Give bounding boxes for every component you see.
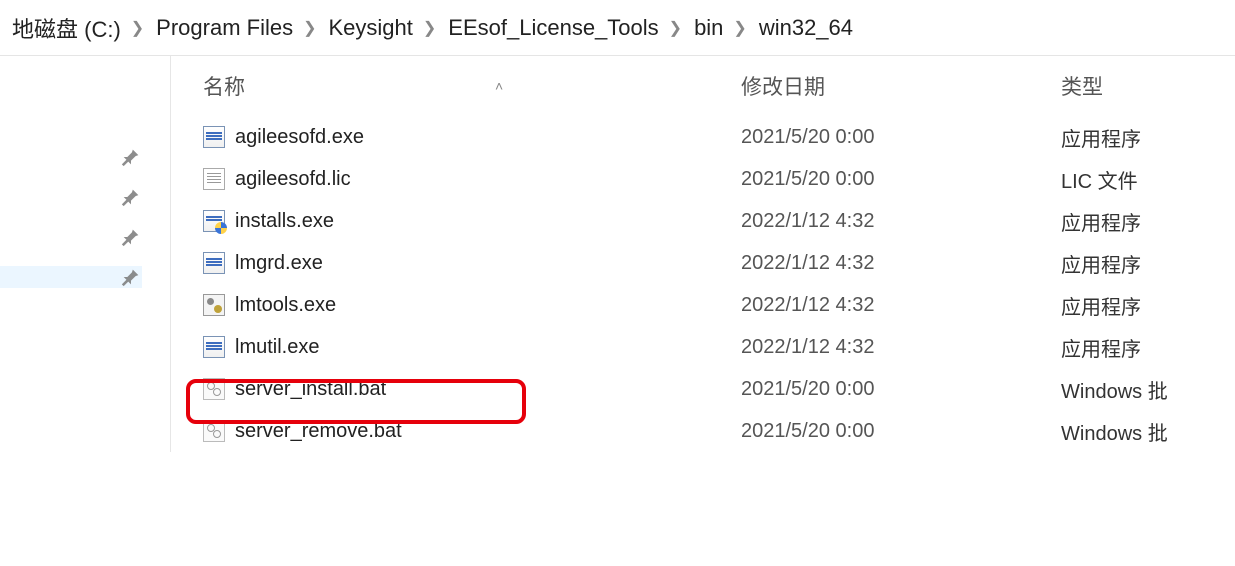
file-name-cell: server_install.bat	[171, 378, 741, 401]
column-header-row: 名称 ˄ 修改日期 类型	[171, 56, 1235, 116]
breadcrumb-item[interactable]: EEsof_License_Tools ❯	[442, 15, 688, 41]
file-row[interactable]: installs.exe 2022/1/12 4:32应用程序	[171, 200, 1235, 242]
file-date: 2022/1/12 4:32	[741, 336, 1061, 359]
file-row[interactable]: agileesofd.lic 2021/5/20 0:00LIC 文件	[171, 158, 1235, 200]
column-header-name[interactable]: 名称 ˄	[171, 71, 741, 101]
file-date: 2022/1/12 4:32	[741, 210, 1061, 233]
breadcrumb-label: Program Files	[156, 15, 293, 41]
sort-up-icon: ˄	[495, 78, 503, 94]
breadcrumb-label: EEsof_License_Tools	[448, 15, 658, 41]
appshield-file-icon	[203, 210, 225, 232]
file-name-cell: lmtools.exe	[171, 294, 741, 317]
file-name-cell: agileesofd.exe	[171, 126, 741, 149]
column-header-date[interactable]: 修改日期	[741, 71, 1061, 101]
file-type: 应用程序	[1061, 291, 1235, 320]
file-type: 应用程序	[1061, 249, 1235, 278]
breadcrumb-item[interactable]: 地磁盘 (C:) ❯	[6, 12, 150, 44]
file-listing: 名称 ˄ 修改日期 类型 agileesofd.exe 2021/5/20 0:0…	[170, 56, 1235, 452]
file-name: server_remove.bat	[235, 420, 402, 443]
app-file-icon	[203, 126, 225, 148]
file-name-cell: agileesofd.lic	[171, 168, 741, 191]
breadcrumb-item[interactable]: Program Files ❯	[150, 15, 322, 41]
file-row[interactable]: lmutil.exe 2022/1/12 4:32应用程序	[171, 326, 1235, 368]
breadcrumb-item[interactable]: win32_64	[753, 15, 859, 41]
file-date: 2022/1/12 4:32	[741, 294, 1061, 317]
file-type: Windows 批	[1061, 375, 1235, 404]
column-header-label: 类型	[1061, 76, 1103, 99]
file-date: 2021/5/20 0:00	[741, 126, 1061, 149]
breadcrumb[interactable]: 地磁盘 (C:) ❯ Program Files ❯ Keysight ❯ EE…	[0, 0, 1235, 56]
file-date: 2021/5/20 0:00	[741, 420, 1061, 443]
chevron-right-icon: ❯	[669, 18, 682, 38]
file-type: 应用程序	[1061, 123, 1235, 152]
file-type: 应用程序	[1061, 333, 1235, 362]
app-file-icon	[203, 252, 225, 274]
file-row[interactable]: server_install.bat 2021/5/20 0:00Windows …	[171, 368, 1235, 410]
file-name: server_install.bat	[235, 378, 386, 401]
file-date: 2021/5/20 0:00	[741, 168, 1061, 191]
chevron-right-icon: ❯	[733, 18, 746, 38]
pin-item[interactable]	[0, 266, 142, 288]
chevron-right-icon: ❯	[131, 18, 144, 38]
pin-item[interactable]	[0, 226, 142, 248]
chevron-right-icon: ❯	[423, 18, 436, 38]
pin-icon	[120, 266, 142, 288]
quick-access-pins	[0, 56, 170, 452]
breadcrumb-label: Keysight	[329, 15, 413, 41]
file-name-cell: lmgrd.exe	[171, 252, 741, 275]
pin-icon	[120, 186, 142, 208]
file-row[interactable]: lmtools.exe 2022/1/12 4:32应用程序	[171, 284, 1235, 326]
pin-item[interactable]	[0, 186, 142, 208]
app-file-icon	[203, 336, 225, 358]
breadcrumb-label: bin	[694, 15, 723, 41]
file-name: lmgrd.exe	[235, 252, 323, 275]
file-row[interactable]: lmgrd.exe 2022/1/12 4:32应用程序	[171, 242, 1235, 284]
pin-icon	[120, 226, 142, 248]
tool-file-icon	[203, 294, 225, 316]
file-date: 2021/5/20 0:00	[741, 378, 1061, 401]
file-name: lmutil.exe	[235, 336, 319, 359]
file-date: 2022/1/12 4:32	[741, 252, 1061, 275]
column-header-type[interactable]: 类型	[1061, 71, 1235, 101]
column-header-label: 修改日期	[741, 76, 825, 99]
chevron-right-icon: ❯	[303, 18, 316, 38]
file-type: 应用程序	[1061, 207, 1235, 236]
file-type: Windows 批	[1061, 417, 1235, 446]
breadcrumb-item[interactable]: bin ❯	[688, 15, 753, 41]
file-name-cell: server_remove.bat	[171, 420, 741, 443]
bat-file-icon	[203, 420, 225, 442]
bat-file-icon	[203, 378, 225, 400]
file-row[interactable]: server_remove.bat 2021/5/20 0:00Windows 批	[171, 410, 1235, 452]
breadcrumb-item[interactable]: Keysight ❯	[323, 15, 443, 41]
breadcrumb-label: win32_64	[759, 15, 853, 41]
breadcrumb-label: 地磁盘 (C:)	[12, 12, 121, 44]
column-header-label: 名称	[203, 71, 245, 101]
file-name-cell: installs.exe	[171, 210, 741, 233]
file-name-cell: lmutil.exe	[171, 336, 741, 359]
file-name: lmtools.exe	[235, 294, 336, 317]
lic-file-icon	[203, 168, 225, 190]
file-row[interactable]: agileesofd.exe 2021/5/20 0:00应用程序	[171, 116, 1235, 158]
file-name: agileesofd.lic	[235, 168, 351, 191]
file-name: installs.exe	[235, 210, 334, 233]
file-type: LIC 文件	[1061, 165, 1235, 194]
pin-icon	[120, 146, 142, 168]
file-name: agileesofd.exe	[235, 126, 364, 149]
pin-item[interactable]	[0, 146, 142, 168]
